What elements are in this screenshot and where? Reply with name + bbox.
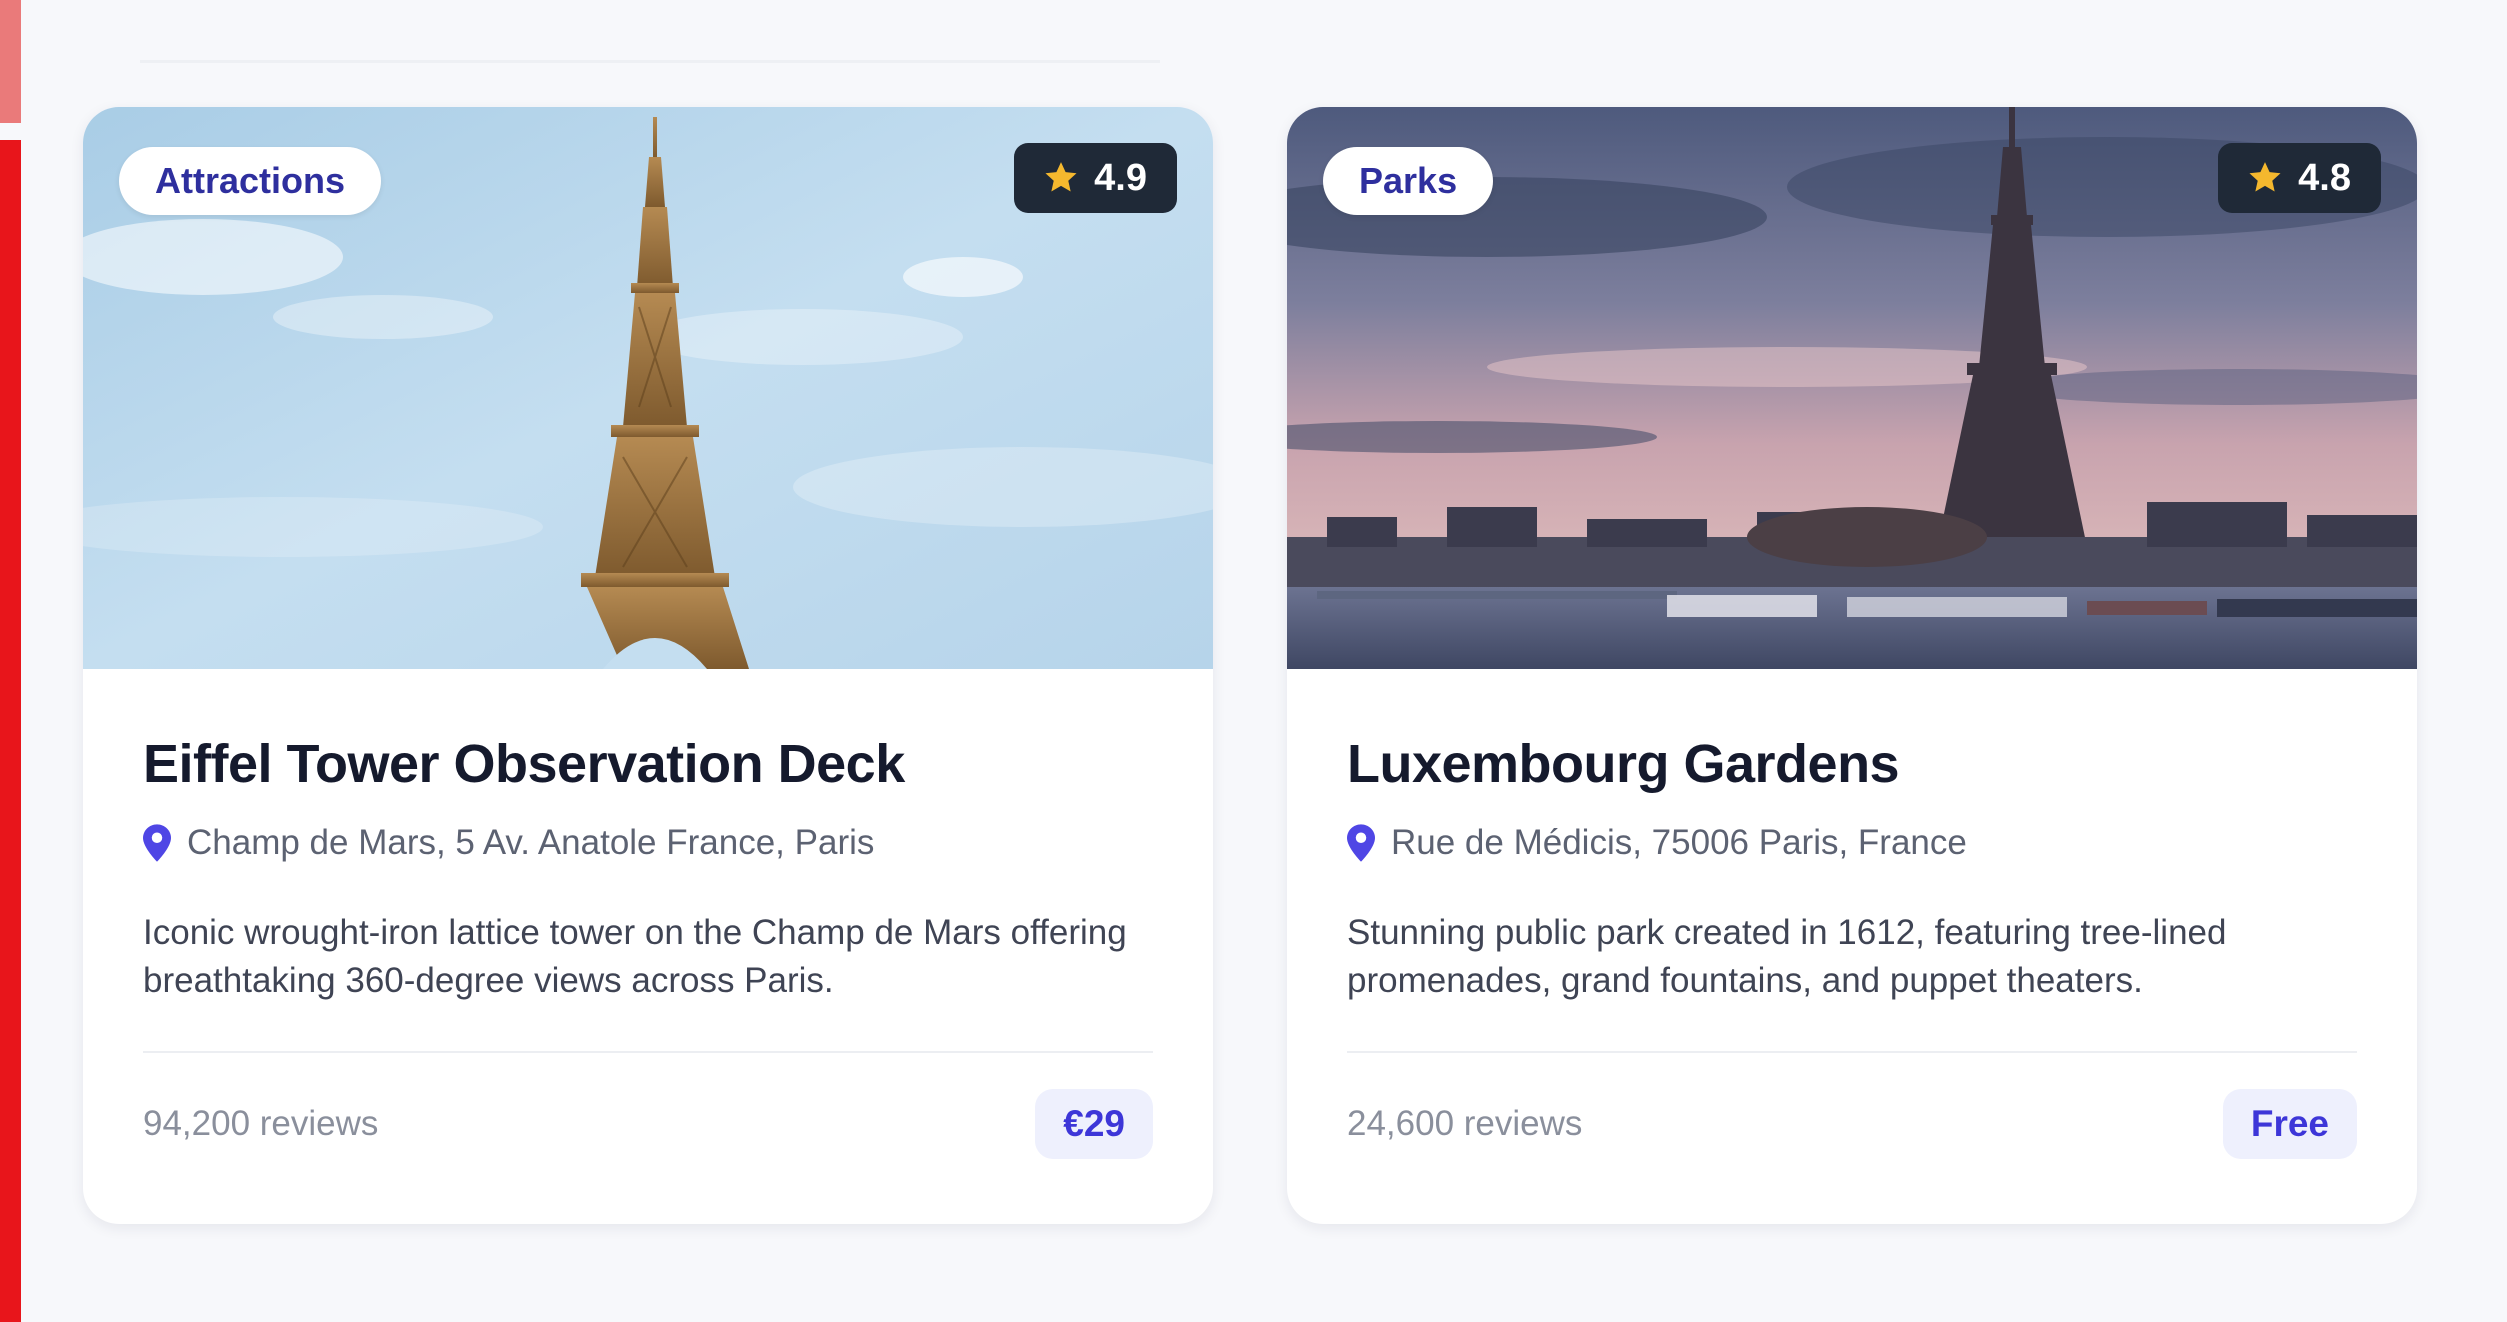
page: Attractions 4.9 Eiffel Tower Observation…	[0, 0, 2507, 1322]
card-title[interactable]: Eiffel Tower Observation Deck	[143, 669, 1153, 797]
card-divider	[143, 1051, 1153, 1053]
accent-bar	[0, 140, 21, 1322]
address-row: Rue de Médicis, 75006 Paris, France	[1347, 821, 2357, 865]
card-image: Parks 4.8	[1287, 107, 2417, 669]
rating-badge: 4.9	[1014, 143, 1177, 213]
address-row: Champ de Mars, 5 Av. Anatole France, Par…	[143, 821, 1153, 865]
location-pin-icon	[143, 824, 171, 862]
rating-value: 4.9	[1094, 157, 1147, 199]
card-footer: 94,200 reviews €29	[143, 1089, 1153, 1159]
address-text: Rue de Médicis, 75006 Paris, France	[1391, 823, 1967, 862]
accent-bar-top	[0, 0, 21, 123]
card-body: Eiffel Tower Observation Deck Champ de M…	[83, 669, 1213, 1159]
card-image: Attractions 4.9	[83, 107, 1213, 669]
description: Stunning public park created in 1612, fe…	[1347, 913, 2227, 1000]
location-pin-icon	[1347, 824, 1375, 862]
category-pill[interactable]: Attractions	[119, 147, 382, 215]
category-pill[interactable]: Parks	[1323, 147, 1494, 215]
card-divider	[1347, 1051, 2357, 1053]
star-icon	[2249, 162, 2281, 192]
review-count: 94,200 reviews	[143, 1104, 379, 1143]
price-tag: Free	[2222, 1089, 2357, 1159]
card-body: Luxembourg Gardens Rue de Médicis, 75006…	[1287, 669, 2417, 1159]
place-card-luxembourg-gardens[interactable]: Parks 4.8 Luxembourg Gardens Rue de Médi…	[1287, 107, 2417, 1224]
description: Iconic wrought-iron lattice tower on the…	[143, 913, 1127, 1000]
review-count: 24,600 reviews	[1347, 1104, 1583, 1143]
place-card-eiffel-tower[interactable]: Attractions 4.9 Eiffel Tower Observation…	[83, 107, 1213, 1224]
card-footer: 24,600 reviews Free	[1347, 1089, 2357, 1159]
card-title[interactable]: Luxembourg Gardens	[1347, 669, 2357, 797]
price-tag: €29	[1035, 1089, 1153, 1159]
rating-badge: 4.8	[2218, 143, 2381, 213]
rating-value: 4.8	[2298, 157, 2351, 199]
star-icon	[1045, 162, 1077, 192]
section-divider	[140, 60, 1160, 63]
address-text: Champ de Mars, 5 Av. Anatole France, Par…	[187, 823, 875, 862]
